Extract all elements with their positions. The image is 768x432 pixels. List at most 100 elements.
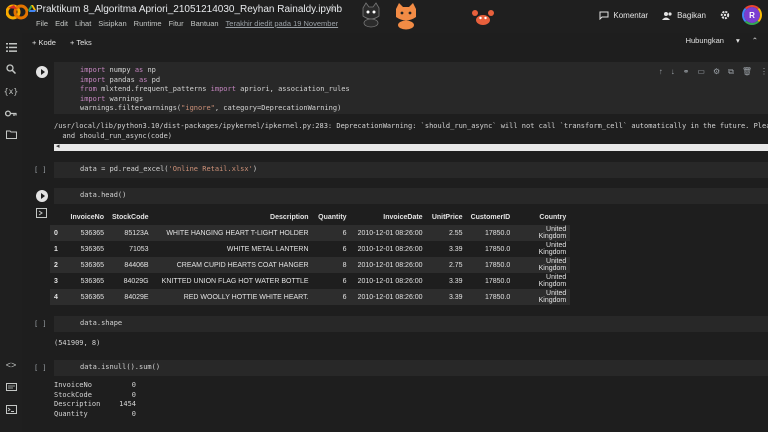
menu-help[interactable]: Bantuan bbox=[191, 19, 219, 28]
isnull-output: InvoiceNo 0 StockCode 0 Description 1454 Qu… bbox=[54, 381, 136, 419]
table-cell: 2010-12-01 08:26:00 bbox=[357, 245, 423, 253]
column-header: UnitPrice bbox=[431, 213, 463, 221]
row-index: 4 bbox=[50, 289, 62, 305]
table-cell: 2010-12-01 08:26:00 bbox=[357, 277, 423, 285]
output-row: InvoiceNo 0 bbox=[54, 381, 136, 389]
code-editor[interactable]: data.isnull().sum() bbox=[54, 360, 768, 376]
add-code-button[interactable]: + Kode bbox=[32, 38, 56, 47]
delete-icon[interactable]: 🗑 bbox=[742, 67, 752, 77]
table-cell: KNITTED UNION FLAG HOT WATER BOTTLE bbox=[161, 277, 309, 285]
table-cell: 2010-12-01 08:26:00 bbox=[350, 257, 427, 273]
search-icon[interactable] bbox=[4, 62, 18, 76]
connect-button[interactable]: Hubungkan bbox=[686, 36, 724, 45]
star-icon[interactable]: ☆ bbox=[328, 3, 337, 14]
table-row: 4 536365 84029E RED WOOLLY HOTTIE WHITE … bbox=[50, 289, 571, 305]
table-cell: WHITE HANGING HEART T-LIGHT HOLDER bbox=[152, 225, 313, 241]
share-label: Bagikan bbox=[677, 10, 706, 20]
table-cell: 17850.0 bbox=[484, 277, 511, 285]
menu-bar: File Edit Lihat Sisipkan Runtime Fitur B… bbox=[36, 19, 338, 28]
folder-icon[interactable] bbox=[4, 127, 18, 141]
code-editor[interactable]: data.shape bbox=[54, 316, 768, 332]
add-text-button[interactable]: + Teks bbox=[70, 38, 92, 47]
notebook-title[interactable]: Praktikum 8_Algoritma Apriori_2105121403… bbox=[36, 4, 342, 15]
code-editor[interactable]: data = pd.read_excel('Online Retail.xlsx… bbox=[54, 162, 768, 178]
row-index: 3 bbox=[54, 277, 58, 285]
table-cell: 3.39 bbox=[448, 245, 463, 253]
column-header: Country bbox=[539, 213, 567, 221]
cell-settings-icon[interactable]: ⚙ bbox=[713, 67, 720, 77]
code-line: warnings.filterwarnings("ignore", catego… bbox=[80, 104, 342, 112]
menu-insert[interactable]: Sisipkan bbox=[98, 19, 126, 28]
horizontal-scrollbar[interactable]: ◂ ▸ bbox=[54, 142, 768, 151]
share-button[interactable]: Bagikan bbox=[662, 11, 706, 20]
table-cell: 536365 bbox=[62, 289, 108, 305]
table-of-contents-icon[interactable] bbox=[4, 40, 18, 54]
comment-cell-icon[interactable]: ▭ bbox=[697, 67, 705, 77]
table-row: 0 536365 85123A WHITE HANGING HEART T-LI… bbox=[50, 225, 571, 241]
table-header-row: InvoiceNo StockCode Description Quantity… bbox=[50, 209, 570, 225]
key-icon[interactable] bbox=[4, 106, 18, 120]
menu-view[interactable]: Lihat bbox=[75, 19, 91, 28]
shape-output: (541909, 8) bbox=[54, 339, 101, 347]
more-options-icon[interactable]: ⋮ bbox=[760, 67, 768, 77]
menu-file[interactable]: File bbox=[36, 19, 48, 28]
variables-icon[interactable]: {x} bbox=[4, 84, 18, 98]
table-cell: 17850.0 bbox=[484, 245, 511, 253]
move-down-icon[interactable]: ↓ bbox=[671, 67, 675, 77]
table-cell: United Kingdom bbox=[514, 225, 571, 241]
table-cell: United Kingdom bbox=[538, 242, 567, 256]
mirror-cell-icon[interactable]: ⧉ bbox=[728, 67, 734, 77]
run-cell-button[interactable] bbox=[36, 66, 48, 78]
code-editor[interactable]: data.head() bbox=[54, 188, 768, 204]
last-edited-link[interactable]: Terakhir diedit pada 19 November bbox=[226, 19, 339, 28]
code-cell-shape: [ ] data.shape (541909, 8) bbox=[28, 316, 768, 352]
colab-logo-icon[interactable] bbox=[6, 4, 28, 20]
code-line: data.isnull().sum() bbox=[80, 363, 161, 371]
run-cell-button[interactable] bbox=[36, 190, 48, 202]
column-header: InvoiceNo bbox=[70, 213, 104, 221]
table-cell: RED WOOLLY HOTTIE WHITE HEART. bbox=[152, 289, 313, 305]
table-cell: 536365 bbox=[80, 277, 104, 285]
warning-output-line: and should_run_async(code) bbox=[54, 132, 173, 140]
code-line: data = pd.read_excel('Online Retail.xlsx… bbox=[80, 165, 258, 173]
table-row: 2 536365 84406B CREAM CUPID HEARTS COAT … bbox=[50, 257, 571, 273]
code-snippets-icon[interactable]: <> bbox=[4, 358, 18, 372]
gear-icon[interactable] bbox=[720, 10, 730, 20]
output-row: Description 1454 bbox=[54, 400, 136, 408]
code-line: import warnings bbox=[80, 94, 144, 103]
code-cell-isnull: [ ] data.isnull().sum() InvoiceNo 0 Stock… bbox=[28, 360, 768, 432]
black-cat-icon bbox=[362, 2, 380, 28]
table-cell: 17850.0 bbox=[466, 257, 515, 273]
execution-count[interactable]: [ ] bbox=[34, 166, 47, 174]
execution-count[interactable]: [ ] bbox=[34, 364, 47, 372]
code-cell-head: data.head() InvoiceNo StockCode Descript… bbox=[28, 188, 768, 316]
terminal-icon[interactable] bbox=[4, 402, 18, 416]
column-header: InvoiceDate bbox=[383, 213, 423, 221]
code-line: from mlxtend.frequent_patterns import ap… bbox=[80, 85, 350, 93]
drive-icon[interactable] bbox=[28, 5, 36, 13]
scroll-left-icon[interactable]: ◂ bbox=[56, 142, 60, 150]
table-cell: 536365 bbox=[62, 257, 108, 273]
move-up-icon[interactable]: ↑ bbox=[659, 67, 663, 77]
code-line: data.head() bbox=[80, 191, 127, 199]
collapse-icon[interactable]: ⌃ bbox=[752, 36, 758, 45]
table-cell: 6 bbox=[342, 277, 347, 285]
avatar[interactable]: R bbox=[742, 5, 762, 25]
table-cell: United Kingdom bbox=[514, 289, 571, 305]
warning-output-line: /usr/local/lib/python3.10/dist-packages/… bbox=[54, 122, 768, 130]
table-cell: 2.75 bbox=[426, 257, 467, 273]
table-cell: 2010-12-01 08:26:00 bbox=[350, 225, 427, 241]
table-cell: 3.39 bbox=[426, 289, 467, 305]
chevron-down-icon[interactable]: ▾ bbox=[736, 36, 740, 45]
menu-tools[interactable]: Fitur bbox=[169, 19, 184, 28]
menu-runtime[interactable]: Runtime bbox=[134, 19, 162, 28]
table-row: 1 536365 71053 WHITE METAL LANTERN 6 201… bbox=[50, 241, 570, 257]
people-icon bbox=[662, 11, 672, 20]
menu-edit[interactable]: Edit bbox=[55, 19, 68, 28]
comment-button[interactable]: Komentar bbox=[599, 11, 648, 20]
link-icon[interactable]: ⚭ bbox=[683, 67, 690, 77]
execution-count[interactable]: [ ] bbox=[34, 320, 47, 328]
command-palette-icon[interactable] bbox=[4, 380, 18, 394]
column-header: Description bbox=[270, 213, 309, 221]
output-options-icon[interactable] bbox=[36, 208, 47, 218]
